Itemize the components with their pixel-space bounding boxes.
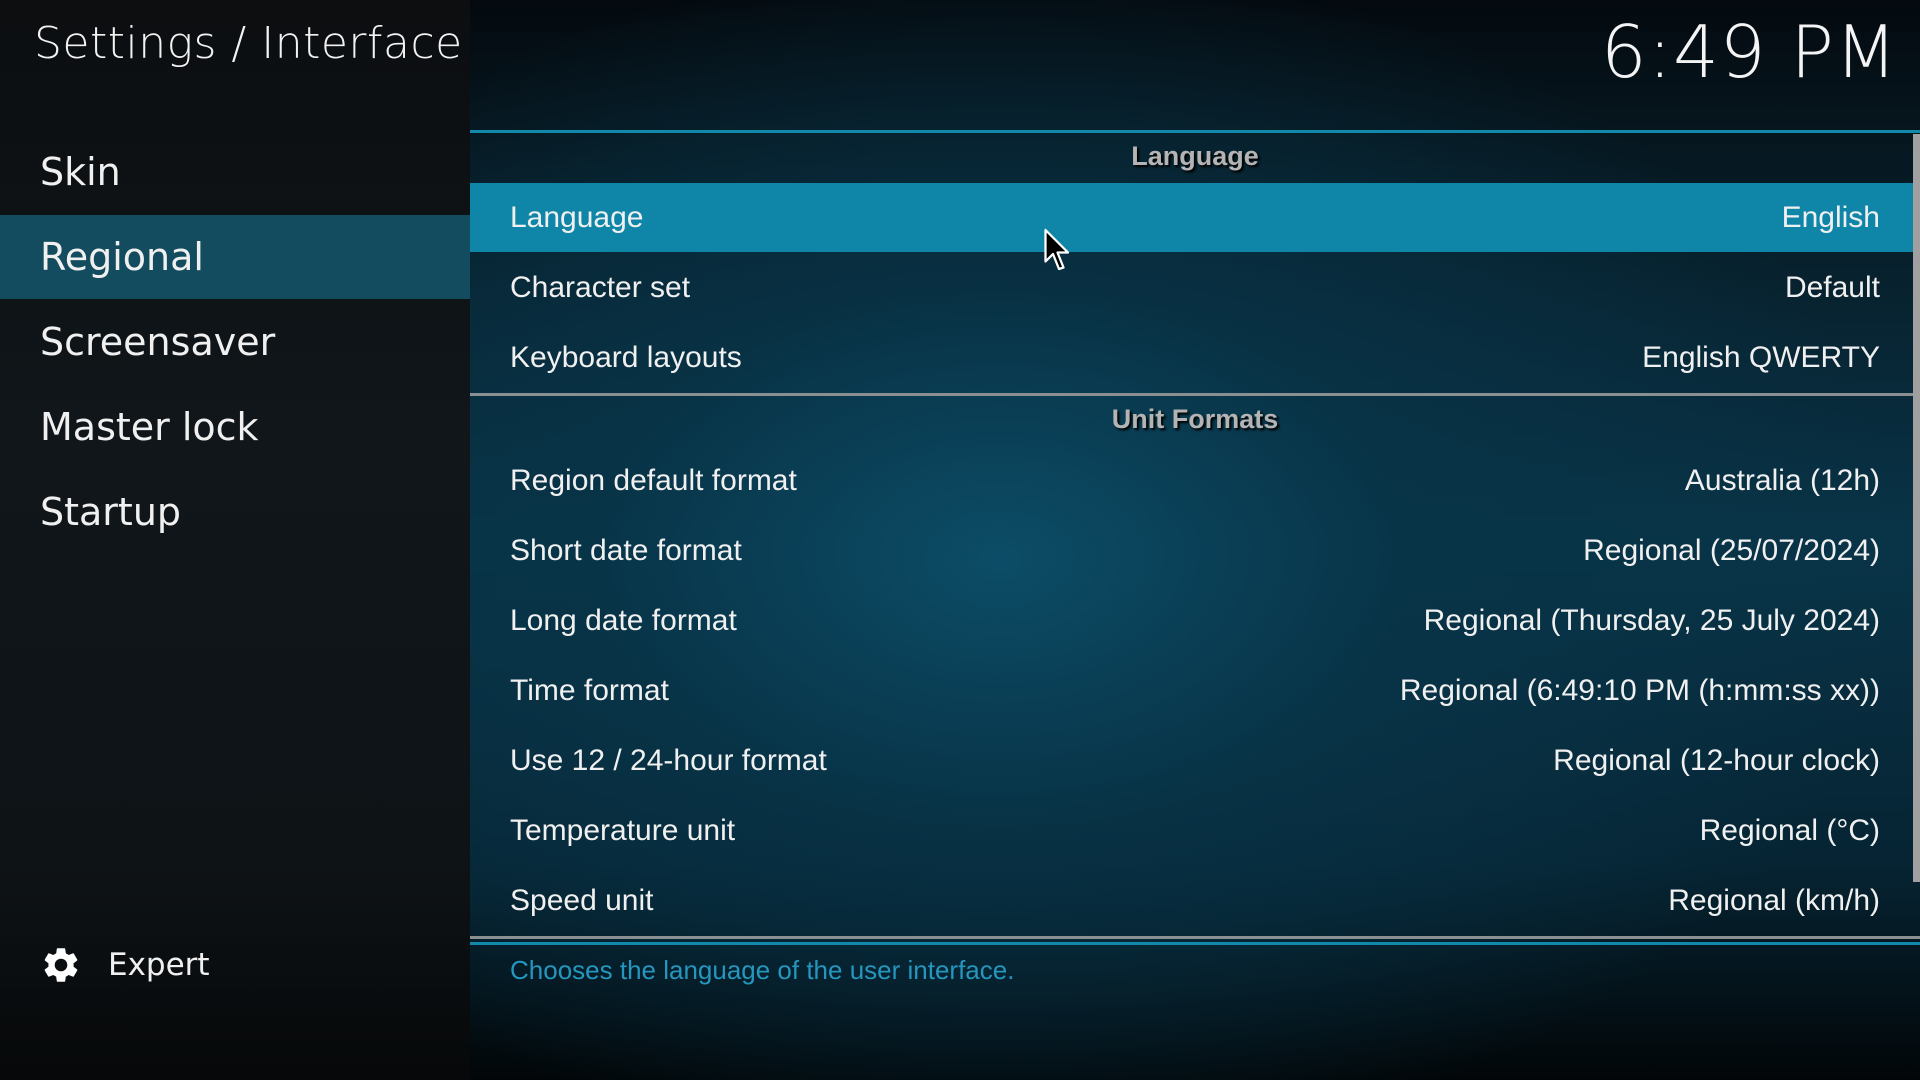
section-header-language: Language [1131, 141, 1259, 171]
scrollbar[interactable] [1913, 134, 1920, 882]
setting-temperature-unit[interactable]: Temperature unit Regional (°C) [470, 796, 1913, 865]
sidebar-item-label: Startup [40, 490, 182, 534]
setting-value: Regional (°C) [1699, 813, 1880, 847]
sidebar-item-skin[interactable]: Skin [0, 130, 470, 214]
sidebar-item-screensaver[interactable]: Screensaver [0, 300, 470, 384]
setting-description: Chooses the language of the user interfa… [510, 955, 1015, 985]
setting-value: Default [1784, 270, 1880, 304]
sidebar-item-label: Master lock [40, 405, 259, 449]
gear-icon [44, 948, 78, 982]
setting-label: Keyboard layouts [510, 340, 742, 374]
expert-toggle-button[interactable]: Expert [40, 940, 210, 990]
sidebar-item-startup[interactable]: Startup [0, 470, 470, 554]
settings-panel: Language Language English Character set … [470, 0, 1920, 1080]
setting-value: Regional (12-hour clock) [1553, 743, 1880, 777]
setting-time-format[interactable]: Time format Regional (6:49:10 PM (h:mm:s… [470, 656, 1913, 725]
setting-label: Language [510, 200, 644, 234]
setting-language[interactable]: Language English [470, 183, 1913, 252]
page-title: Settings / Interface [34, 18, 463, 69]
section-header-unit-formats: Unit Formats [1111, 404, 1279, 434]
setting-value: Regional (Thursday, 25 July 2024) [1423, 603, 1880, 637]
sidebar-item-label: Skin [40, 150, 121, 194]
setting-value: Regional (km/h) [1668, 883, 1880, 917]
setting-value: Australia (12h) [1684, 463, 1880, 497]
setting-value: English [1781, 200, 1880, 234]
bottom-divider-blue [470, 942, 1920, 945]
setting-label: Time format [510, 673, 669, 707]
setting-value: Regional (25/07/2024) [1583, 533, 1880, 567]
mouse-cursor-icon [1044, 228, 1070, 271]
sidebar: Settings / Interface Skin Regional Scree… [0, 0, 470, 1080]
setting-keyboard-layouts[interactable]: Keyboard layouts English QWERTY [470, 323, 1913, 392]
setting-region-default-format[interactable]: Region default format Australia (12h) [470, 446, 1913, 515]
bottom-divider-gray [470, 936, 1920, 939]
section-divider [470, 393, 1913, 396]
setting-label: Region default format [510, 463, 797, 497]
setting-label: Long date format [510, 603, 737, 637]
setting-short-date-format[interactable]: Short date format Regional (25/07/2024) [470, 516, 1913, 585]
sidebar-item-label: Regional [40, 235, 204, 279]
setting-value: Regional (6:49:10 PM (h:mm:ss xx)) [1399, 673, 1880, 707]
setting-label: Temperature unit [510, 813, 736, 847]
sidebar-item-label: Screensaver [40, 320, 276, 364]
setting-character-set[interactable]: Character set Default [470, 253, 1913, 322]
top-divider [470, 130, 1920, 133]
expert-label: Expert [108, 947, 210, 983]
setting-label: Use 12 / 24-hour format [510, 743, 827, 777]
setting-label: Character set [510, 270, 691, 304]
setting-12-24-hour-format[interactable]: Use 12 / 24-hour format Regional (12-hou… [470, 726, 1913, 795]
sidebar-item-regional[interactable]: Regional [0, 215, 470, 299]
setting-long-date-format[interactable]: Long date format Regional (Thursday, 25 … [470, 586, 1913, 655]
setting-value: English QWERTY [1642, 340, 1880, 374]
setting-label: Short date format [510, 533, 742, 567]
setting-label: Speed unit [510, 883, 654, 917]
sidebar-item-master-lock[interactable]: Master lock [0, 385, 470, 469]
setting-speed-unit[interactable]: Speed unit Regional (km/h) [470, 866, 1913, 935]
